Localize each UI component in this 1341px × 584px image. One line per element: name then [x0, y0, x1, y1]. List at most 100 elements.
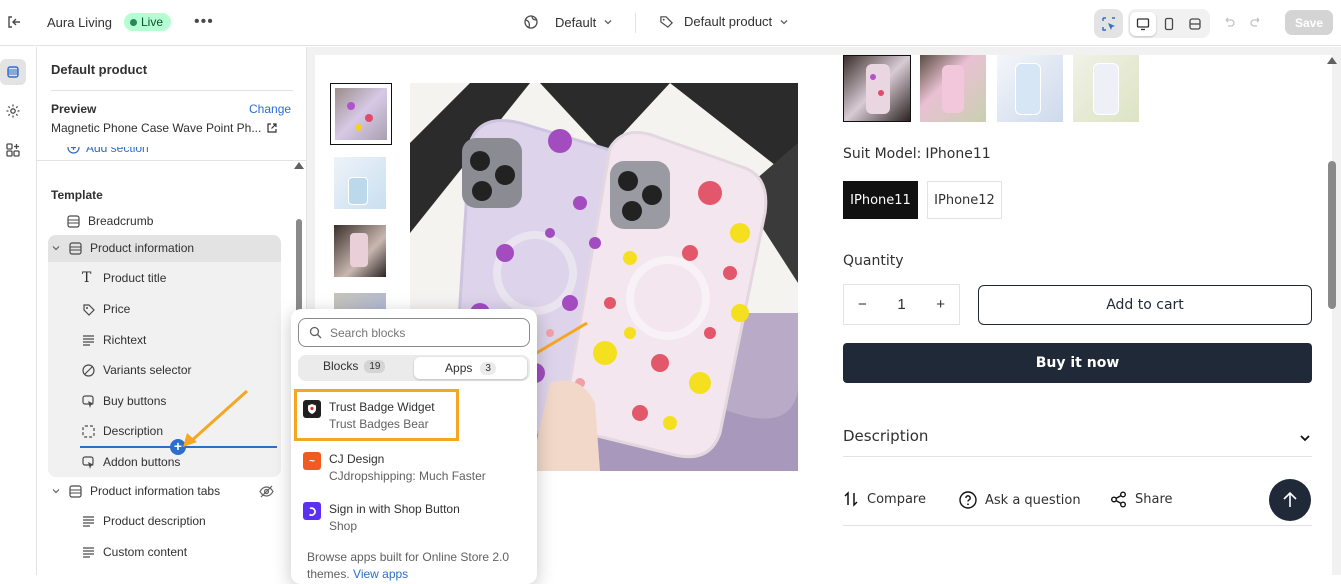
share-label: Share [1135, 492, 1173, 507]
product-thumbnail[interactable] [334, 157, 386, 209]
compare-label: Compare [867, 491, 926, 507]
chevron-down-icon [780, 19, 788, 24]
app-block-shop-sign-in[interactable]: Sign in with Shop Button Shop [303, 502, 460, 533]
arrow-up-icon [1283, 491, 1297, 507]
theme-settings-button[interactable] [0, 98, 26, 124]
suit-model-label: Suit Model: [843, 146, 922, 162]
sidebar-item-description[interactable]: Description [82, 419, 163, 443]
buy-it-now-button[interactable]: Buy it now [843, 343, 1312, 383]
undo-icon[interactable] [1222, 15, 1236, 29]
scroll-up-arrow[interactable] [1327, 57, 1337, 64]
sidebar-item-product-information-tabs[interactable]: Product information tabs [51, 479, 220, 503]
quantity-stepper[interactable]: − 1 + [843, 284, 960, 325]
sections-icon [7, 66, 19, 78]
mobile-view-button[interactable] [1156, 12, 1182, 36]
preview-label: Preview [51, 102, 97, 116]
preview-product[interactable]: Magnetic Phone Case Wave Point Ph... [51, 121, 278, 135]
search-blocks-field[interactable] [298, 318, 530, 347]
annotation-arrow [183, 389, 249, 447]
sidebar-item-label: Product description [103, 514, 206, 528]
sidebar-item-breadcrumb[interactable]: Breadcrumb [67, 209, 153, 233]
sidebar-item-addon-buttons[interactable]: Addon buttons [82, 450, 180, 474]
add-to-cart-button[interactable]: Add to cart [978, 285, 1312, 325]
plus-icon[interactable]: + [936, 296, 945, 313]
description-accordion[interactable]: Description [843, 427, 1312, 457]
share-icon [1111, 491, 1126, 508]
gear-icon [6, 104, 20, 118]
exit-icon[interactable] [6, 14, 22, 30]
quantity-label: Quantity [843, 253, 904, 269]
scroll-up-arrow[interactable] [294, 162, 304, 169]
view-apps-link[interactable]: View apps [353, 567, 408, 581]
price-icon [83, 303, 95, 316]
share-link[interactable]: Share [1110, 491, 1173, 508]
variant-thumbnail[interactable] [920, 55, 986, 122]
chevron-down-icon [52, 489, 60, 494]
apps-icon [6, 143, 20, 157]
tab-blocks-label: Blocks [323, 359, 359, 373]
search-input[interactable] [330, 325, 510, 340]
app-vendor: CJdropshipping: Much Faster [329, 469, 486, 483]
sidebar-item-label: Buy buttons [103, 394, 167, 408]
sidebar-item-label: Custom content [103, 545, 188, 559]
more-actions-icon[interactable]: ••• [194, 13, 214, 31]
divider [635, 13, 636, 33]
description-icon [82, 424, 95, 438]
preview-scrollbar[interactable] [1328, 161, 1336, 309]
tab-apps-label: Apps [445, 361, 473, 375]
template-heading: Template [51, 188, 103, 202]
ask-question-link[interactable]: Ask a question [959, 491, 1081, 509]
eye-hidden-icon[interactable] [259, 485, 274, 498]
search-icon [309, 326, 322, 339]
template-selector[interactable]: Default product [659, 14, 790, 29]
app-embeds-button[interactable] [0, 137, 26, 163]
variant-option[interactable]: IPhone12 [927, 181, 1002, 219]
add-section-partial[interactable]: Add section [37, 147, 299, 157]
sidebar-item-variants-selector[interactable]: Variants selector [82, 358, 191, 382]
variant-thumbnail[interactable] [1073, 55, 1139, 122]
minus-icon[interactable]: − [858, 296, 867, 313]
chevron-down-icon [604, 20, 612, 25]
tab-apps[interactable]: Apps 3 [414, 357, 527, 379]
app-block-cj-design[interactable]: ~ CJ Design CJdropshipping: Much Faster [303, 452, 486, 483]
external-link-icon [267, 123, 277, 133]
richtext-icon [83, 546, 94, 558]
sidebar-item-richtext[interactable]: Richtext [82, 328, 146, 352]
variant-thumbnail[interactable] [997, 55, 1063, 122]
compare-link[interactable]: Compare [843, 491, 926, 507]
desktop-icon [1136, 17, 1150, 30]
save-button[interactable]: Save [1285, 10, 1333, 35]
app-block-trust-badge[interactable]: Trust Badge Widget Trust Badges Bear [303, 400, 435, 431]
top-bar: Aura Living Live ••• Default Default pro… [0, 0, 1341, 46]
sections-tab-button[interactable] [0, 59, 26, 85]
sidebar-item-label: Addon buttons [103, 455, 181, 469]
fullscreen-view-button[interactable] [1182, 12, 1208, 36]
tab-blocks[interactable]: Blocks 19 [311, 359, 386, 373]
change-preview-link[interactable]: Change [249, 102, 291, 116]
sidebar-item-custom-content[interactable]: Custom content [82, 540, 187, 564]
inspector-toggle-button[interactable] [1094, 9, 1123, 38]
redo-icon[interactable] [1249, 15, 1263, 29]
sidebar-item-label: Price [103, 302, 131, 316]
browse-apps-text: Browse apps built for Online Store 2.0 t… [307, 549, 527, 583]
app-name: CJ Design [329, 452, 385, 466]
compare-icon [844, 491, 858, 507]
preview-product-name: Magnetic Phone Case Wave Point Ph... [51, 121, 262, 135]
variant-option-selected[interactable]: IPhone11 [843, 181, 918, 219]
product-thumbnail[interactable] [330, 83, 392, 145]
text-icon: T [82, 270, 92, 286]
section-icon [69, 241, 82, 255]
product-thumbnail[interactable] [334, 225, 386, 277]
sidebar-item-product-description[interactable]: Product description [82, 509, 206, 533]
desktop-view-button[interactable] [1130, 11, 1156, 36]
variant-thumbnail[interactable] [843, 55, 911, 122]
back-to-top-button[interactable] [1269, 479, 1311, 521]
sidebar-item-product-title[interactable]: T Product title [82, 266, 166, 290]
sidebar-item-product-information[interactable]: Product information [51, 236, 194, 260]
theme-selector[interactable]: Default [523, 14, 614, 30]
suit-model-row: Suit Model: IPhone11 [843, 146, 991, 162]
globe-icon [524, 15, 538, 29]
sidebar-item-price[interactable]: Price [82, 297, 130, 321]
cj-logo-icon: ~ [303, 452, 321, 470]
sidebar-item-buy-buttons[interactable]: Buy buttons [82, 389, 166, 413]
